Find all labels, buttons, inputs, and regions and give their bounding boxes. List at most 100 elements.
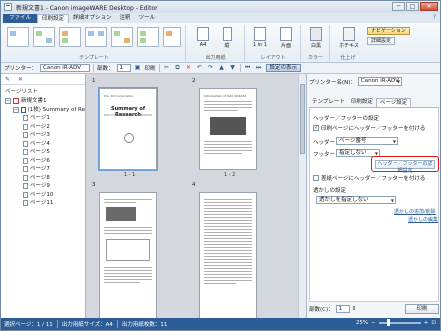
tree-page[interactable]: ページ7 — [1, 165, 85, 174]
minimize-button[interactable]: ─ — [392, 2, 405, 11]
title-bar: 新規文書1 - Canon imageWARE Desktop - Editor… — [1, 1, 440, 13]
ribbon: テンプレート A4 縦 出力用紙 1 in 1 片面 レイアウト 白黒 カラー … — [1, 23, 440, 63]
portrait-icon — [222, 27, 232, 41]
print-label[interactable]: 印刷 — [145, 64, 156, 72]
tree-page[interactable]: ページ6 — [1, 157, 85, 166]
page-icon — [23, 149, 28, 156]
nup-button[interactable]: 1 in 1 — [250, 27, 270, 48]
page-list-remove-icon[interactable]: ✕ — [18, 76, 23, 83]
duplex-button[interactable]: 片面 — [276, 27, 296, 49]
move-down-icon[interactable]: ▼ — [229, 64, 237, 72]
maximize-button[interactable]: □ — [406, 2, 419, 11]
checkbox-icon[interactable] — [313, 175, 319, 181]
print-icon[interactable]: ▣ — [134, 64, 142, 72]
watermark-select[interactable]: 透かしを指定しない — [316, 196, 396, 204]
tree-page[interactable]: ページ2 — [1, 123, 85, 132]
spin-updown-icon[interactable]: ⇕ — [352, 306, 357, 312]
page-thumbnail-4[interactable] — [199, 192, 257, 318]
copies-count-input[interactable]: 1 — [335, 305, 350, 313]
tab-advanced-options[interactable]: 詳細オプション — [69, 14, 116, 23]
color-mode-button[interactable]: 白黒 — [306, 27, 326, 49]
tab-tools[interactable]: ツール — [135, 14, 160, 23]
detail-settings-button[interactable]: 詳細設定 — [367, 37, 396, 45]
undo-icon[interactable]: ↶ — [196, 64, 204, 72]
page-number-3: 3 — [92, 182, 96, 188]
add-remove-watermark-link[interactable]: 透かしの追加/削除 — [394, 208, 436, 215]
last-page-icon[interactable]: ⏭ — [255, 64, 263, 72]
template-thumb-5[interactable] — [111, 27, 133, 47]
staple-button[interactable]: ホチキス — [338, 27, 360, 49]
document-icon — [13, 98, 19, 105]
tab-file[interactable]: ファイル — [3, 14, 38, 23]
copy-icon[interactable]: ⧉ — [174, 64, 182, 72]
slip-sheet-header-footer-option[interactable]: 差紙ページにヘッダー／フッターを付ける — [313, 174, 425, 182]
tree-page[interactable]: ページ4 — [1, 140, 85, 149]
tree-page[interactable]: ページ10 — [1, 191, 85, 200]
tab-page-setting[interactable]: ページ設定 — [375, 98, 412, 107]
page-preview-area[interactable]: 1 2 Pro. XX Corporation Summary of Resea… — [86, 74, 306, 318]
first-page-icon[interactable]: ⏮ — [244, 64, 252, 72]
page-thumbnail-3[interactable] — [99, 192, 157, 318]
bw-icon — [310, 27, 322, 41]
zoom-slider-knob[interactable] — [386, 319, 390, 326]
page-thumbnail-1[interactable]: Pro. XX Corporation Summary of Research … — [98, 87, 158, 171]
edit-watermark-link[interactable]: 透かしの編集 — [408, 216, 438, 223]
print-button[interactable]: 印刷 — [405, 304, 439, 314]
tab-print-setting[interactable]: 印刷設定 — [348, 98, 376, 107]
zoom-out-icon[interactable]: − — [371, 320, 376, 326]
template-thumb-7[interactable] — [163, 27, 181, 47]
tree-page[interactable]: ページ5 — [1, 148, 85, 157]
close-button[interactable]: ✕ — [420, 2, 438, 11]
page-label-2: 1 - 2 — [224, 172, 236, 178]
move-up-icon[interactable]: ▲ — [218, 64, 226, 72]
template-thumb-6[interactable] — [137, 27, 159, 47]
preview-scroll-thumb[interactable] — [300, 84, 305, 154]
template-thumb-3[interactable] — [59, 27, 81, 47]
header-select[interactable]: ページ番号 — [336, 137, 398, 145]
tree-page[interactable]: ページ3 — [1, 131, 85, 140]
tab-annotation[interactable]: 注釈 — [116, 14, 135, 23]
ribbon-tab-bar: ファイル 印刷設定 詳細オプション 注釈 ツール ? — [1, 13, 440, 23]
header-footer-section-title: ヘッダー／フッターの設定 — [313, 116, 380, 122]
fit-page-icon[interactable]: ⊡ — [431, 320, 436, 326]
tree-page[interactable]: ページ8 — [1, 174, 85, 183]
printer-name-select[interactable]: Canon iR-ADV — [357, 77, 402, 86]
page-number-4: 4 — [192, 182, 196, 188]
window-title: 新規文書1 - Canon imageWARE Desktop - Editor — [16, 4, 158, 12]
cut-icon[interactable]: ✂ — [163, 64, 171, 72]
orientation-button[interactable]: 縦 — [217, 27, 237, 49]
paper-size-button[interactable]: A4 — [193, 27, 213, 48]
redo-icon[interactable]: ↷ — [207, 64, 215, 72]
zoom-in-icon[interactable]: + — [424, 320, 429, 326]
expander-icon[interactable]: − — [5, 98, 11, 105]
expander-icon[interactable]: − — [13, 106, 19, 113]
tree-root[interactable]: − 新規文書1 — [1, 97, 85, 106]
zoom-slider[interactable] — [378, 319, 421, 326]
checkbox-checked-icon[interactable]: ✓ — [313, 125, 319, 131]
tab-print-settings[interactable]: 印刷設定 — [37, 14, 70, 23]
page-list-header: ページリスト — [5, 89, 38, 95]
tree-page[interactable]: ページ11 — [1, 199, 85, 208]
printer-select[interactable]: Canon iR-ADV — [40, 64, 91, 72]
page-label-1: 1 - 1 — [124, 172, 136, 178]
print-header-footer-option[interactable]: ✓ 印刷ページにヘッダー／フッターを付ける — [313, 124, 425, 132]
help-icon[interactable]: ? — [433, 14, 436, 21]
template-thumb-2[interactable] — [33, 27, 55, 47]
navigation-button[interactable]: ナビゲーション — [367, 27, 410, 35]
template-thumb-1[interactable] — [7, 27, 29, 47]
page-list-add-icon[interactable]: ✎ — [5, 76, 10, 83]
preview-scrollbar[interactable] — [298, 74, 306, 318]
delete-icon[interactable]: ✕ — [185, 64, 193, 72]
copies-label: 部数： — [97, 66, 114, 72]
page-thumbnail-2[interactable]: Introduction of XXX XXXXXX — [199, 88, 257, 170]
template-thumb-4[interactable] — [85, 27, 107, 47]
tree-page[interactable]: ページ1 — [1, 114, 85, 123]
tree-document[interactable]: − (1枚) Summary of Re — [1, 106, 85, 115]
finish-group: ホチキス 仕上げ — [331, 25, 365, 61]
tab-template[interactable]: テンプレート — [309, 98, 348, 107]
page-setting-body: ヘッダー／フッターの設定 ✓ 印刷ページにヘッダー／フッターを付ける ヘッダー：… — [309, 108, 439, 302]
page-icon — [23, 191, 28, 198]
tree-page[interactable]: ページ9 — [1, 182, 85, 191]
show-settings-button[interactable]: 設定の表示 — [265, 64, 302, 72]
copies-input[interactable]: 1 — [116, 64, 131, 72]
